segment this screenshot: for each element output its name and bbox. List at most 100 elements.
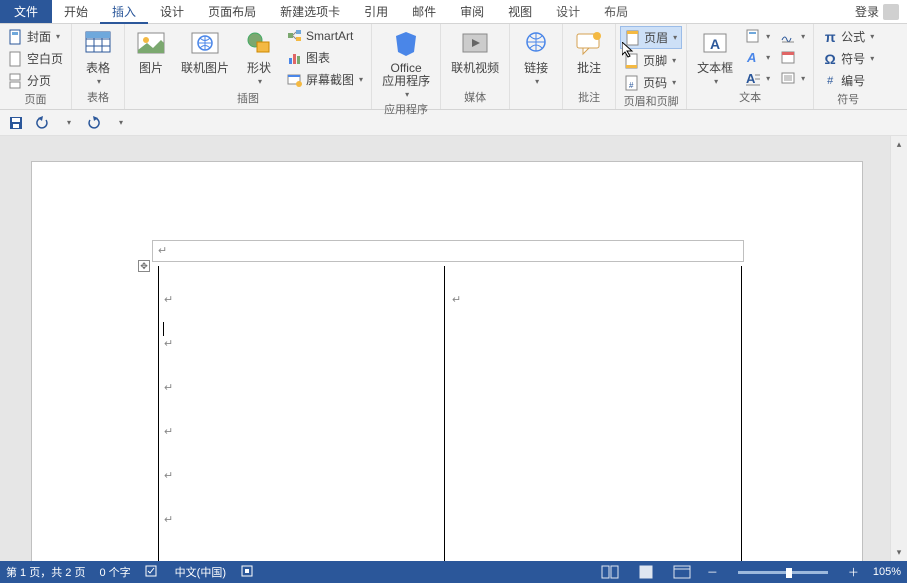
shapes-button[interactable]: 形状 ▾ [237,26,281,88]
table-label: 表格 [86,62,110,75]
symbol-button[interactable]: Ω 符号▾ [818,48,878,69]
tab-insert[interactable]: 插入 [100,0,148,24]
tab-references[interactable]: 引用 [352,0,400,23]
chart-button[interactable]: 图表 [283,47,367,68]
links-label: 链接 [524,62,548,75]
group-tables: 表格 ▾ 表格 [72,24,125,109]
tab-bar: 文件 开始 插入 设计 页面布局 新建选项卡 引用 邮件 审阅 视图 设计 布局… [0,0,907,24]
document-workspace[interactable]: ✥ ↵ ↵ ↵ ↵ ↵ ↵ ↵ ↵ [0,136,890,561]
online-video-button[interactable]: 联机视频 [445,26,505,77]
header-icon [625,30,641,46]
dropdown-icon: ▾ [714,77,718,86]
group-comments-label: 批注 [567,89,611,107]
web-layout-button[interactable] [671,563,693,581]
group-text-label: 文本 [691,89,809,107]
tab-mailings[interactable]: 邮件 [400,0,448,23]
blank-page-label: 空白页 [27,50,63,67]
office-apps-button[interactable]: Office应用程序 ▾ [376,26,436,101]
datetime-button[interactable] [776,47,809,67]
scroll-up-button[interactable]: ▴ [891,136,907,153]
tab-review[interactable]: 审阅 [448,0,496,23]
tab-new[interactable]: 新建选项卡 [268,0,352,23]
zoom-out-button[interactable]: － [707,564,718,580]
customize-qat-button[interactable]: ▾ [110,113,130,133]
language-indicator[interactable]: 中文(中国) [175,564,226,580]
group-links: 链接 ▾ [510,24,563,109]
tab-home[interactable]: 开始 [52,0,100,23]
quick-parts-icon [745,28,761,44]
hyperlink-icon [520,28,552,60]
dropdown-icon: ▾ [672,56,676,65]
dropdown-icon: ▾ [766,32,770,41]
status-bar: 第 1 页，共 2 页 0 个字 中文(中国) － ＋ 105% [0,561,907,583]
page-indicator[interactable]: 第 1 页，共 2 页 [6,564,85,580]
group-tables-label: 表格 [76,89,120,107]
column-rule-right [741,266,742,561]
zoom-slider[interactable] [738,571,828,574]
textbox-button[interactable]: A 文本框 ▾ [691,26,739,88]
zoom-thumb[interactable] [786,568,792,578]
print-layout-button[interactable] [635,563,657,581]
save-button[interactable] [6,113,26,133]
dropdown-icon: ▾ [801,32,805,41]
tab-page-layout[interactable]: 页面布局 [196,0,268,23]
symbol-label: 符号 [841,50,865,67]
tab-context-layout[interactable]: 布局 [592,0,640,23]
paragraph-mark-icon: ↵ [164,293,173,306]
picture-button[interactable]: 图片 [129,26,173,77]
vertical-scrollbar[interactable]: ▴ ▾ [890,136,907,561]
tab-context-design[interactable]: 设计 [544,0,592,23]
header-button[interactable]: 页眉▾ [620,26,682,49]
wordart-button[interactable]: A▾ [741,47,774,67]
scroll-down-button[interactable]: ▾ [891,544,907,561]
svg-text:A: A [746,50,756,65]
object-button[interactable]: ▾ [776,68,809,88]
header-area[interactable] [152,240,744,262]
text-cursor [163,322,164,336]
blank-page-button[interactable]: 空白页 [4,48,67,69]
signature-button[interactable]: ▾ [776,26,809,46]
equation-button[interactable]: π 公式▾ [818,26,878,47]
redo-button[interactable] [84,113,104,133]
tab-view[interactable]: 视图 [496,0,544,23]
word-count[interactable]: 0 个字 [99,564,130,580]
dropdown-icon: ▾ [258,77,262,86]
table-move-handle-icon[interactable]: ✥ [138,260,150,272]
number-icon: # [822,73,838,89]
footer-button[interactable]: 页脚▾ [620,50,682,71]
undo-button[interactable] [32,113,52,133]
column-rule-center [444,266,445,561]
zoom-in-button[interactable]: ＋ [848,564,859,580]
page-number-button[interactable]: # 页码▾ [620,72,682,93]
group-media: 联机视频 媒体 [441,24,510,109]
zoom-level[interactable]: 105% [873,566,901,578]
login-button[interactable]: 登录 [847,0,907,23]
document-page[interactable]: ✥ ↵ ↵ ↵ ↵ ↵ ↵ ↵ ↵ [32,162,862,561]
smartart-button[interactable]: SmartArt [283,26,367,46]
read-mode-button[interactable] [599,563,621,581]
dropdown-icon: ▾ [766,74,770,83]
spellcheck-icon[interactable] [145,564,161,581]
comment-button[interactable]: 批注 [567,26,611,77]
group-symbols: π 公式▾ Ω 符号▾ # 编号 符号 [814,24,882,109]
page-number-icon: # [624,75,640,91]
table-button[interactable]: 表格 ▾ [76,26,120,88]
page-break-label: 分页 [27,72,51,89]
undo-more-button[interactable]: ▾ [58,113,78,133]
quick-parts-button[interactable]: ▾ [741,26,774,46]
number-button[interactable]: # 编号 [818,70,878,91]
login-label: 登录 [855,3,879,20]
screenshot-button[interactable]: 屏幕截图▾ [283,69,367,90]
tab-file[interactable]: 文件 [0,0,52,23]
online-picture-button[interactable]: 联机图片 [175,26,235,77]
group-text: A 文本框 ▾ ▾ A▾ A▾ ▾ ▾ 文本 [687,24,814,109]
page-break-button[interactable]: 分页 [4,70,67,91]
tab-design[interactable]: 设计 [148,0,196,23]
cover-page-icon [8,29,24,45]
cover-page-button[interactable]: 封面▾ [4,26,67,47]
drop-cap-icon: A [745,70,761,86]
drop-cap-button[interactable]: A▾ [741,68,774,88]
paragraph-mark-icon: ↵ [164,513,173,526]
links-button[interactable]: 链接 ▾ [514,26,558,88]
macro-icon[interactable] [240,564,256,581]
